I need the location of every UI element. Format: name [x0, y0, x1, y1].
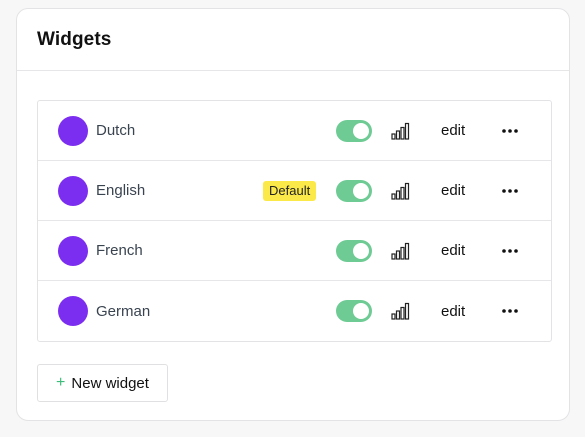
edit-link[interactable]: edit	[441, 122, 465, 139]
enabled-toggle[interactable]	[336, 119, 372, 142]
new-widget-label: New widget	[71, 374, 149, 392]
edit-link[interactable]: edit	[441, 182, 465, 199]
bar-chart-icon[interactable]	[390, 121, 410, 141]
widget-row: German edit	[38, 281, 551, 341]
enabled-toggle[interactable]	[336, 179, 372, 202]
widget-name: English	[96, 182, 146, 199]
bar-chart-icon[interactable]	[390, 241, 410, 261]
widget-name: French	[96, 242, 143, 259]
edit-link[interactable]: edit	[441, 242, 465, 259]
avatar	[58, 115, 88, 146]
avatar	[58, 296, 88, 326]
edit-link[interactable]: edit	[441, 303, 465, 320]
card-title: Widgets	[37, 28, 112, 50]
bar-chart-icon[interactable]	[390, 301, 410, 321]
avatar	[58, 235, 88, 266]
toggle-knob	[353, 122, 369, 139]
more-horizontal-icon[interactable]	[500, 121, 520, 141]
enabled-toggle[interactable]	[336, 300, 372, 322]
widget-name: German	[96, 302, 151, 320]
new-widget-button[interactable]: + New widget	[37, 364, 168, 402]
default-badge: Default	[263, 180, 317, 201]
toggle-knob	[353, 182, 369, 199]
plus-icon: +	[56, 374, 66, 391]
more-horizontal-icon[interactable]	[500, 241, 520, 261]
widget-row: French edit	[38, 221, 551, 281]
widget-row: English Default edit	[38, 161, 551, 221]
avatar	[58, 175, 88, 206]
more-horizontal-icon[interactable]	[500, 181, 520, 201]
widgets-card: Widgets Dutch edit English Default edit	[16, 8, 570, 421]
toggle-knob	[353, 242, 369, 259]
widget-row: Dutch edit	[38, 101, 551, 161]
widget-name: Dutch	[96, 122, 136, 139]
bar-chart-icon[interactable]	[390, 181, 410, 201]
card-header: Widgets	[17, 9, 569, 71]
widget-list: Dutch edit English Default edit French e…	[37, 100, 552, 342]
toggle-knob	[353, 303, 369, 319]
enabled-toggle[interactable]	[336, 239, 372, 262]
more-horizontal-icon[interactable]	[500, 301, 520, 321]
